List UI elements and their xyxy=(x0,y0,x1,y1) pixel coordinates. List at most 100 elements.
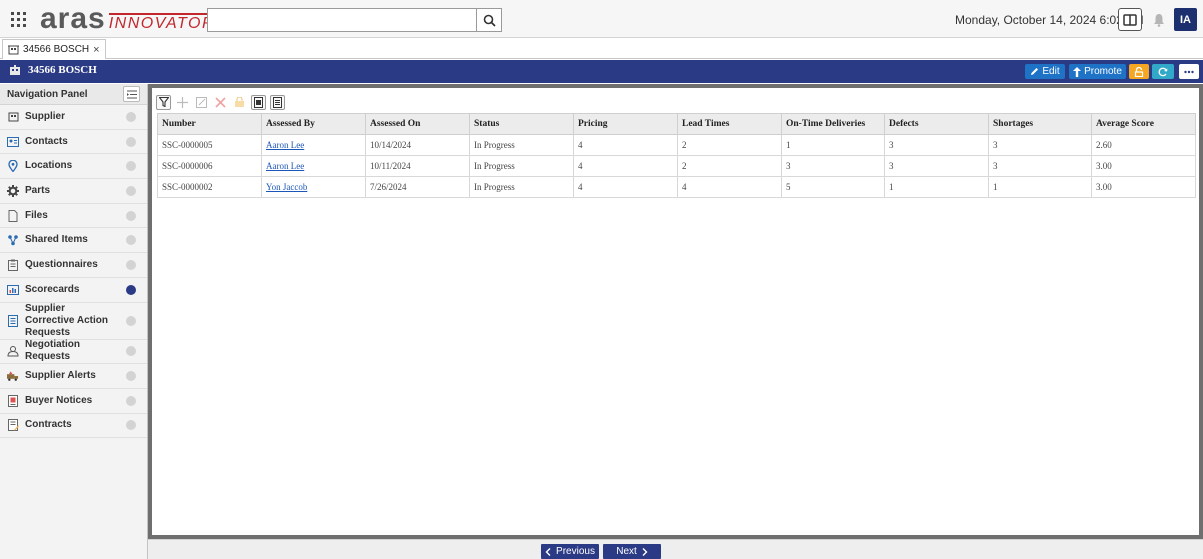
main-content: Number Assessed By Assessed On Status Pr… xyxy=(148,84,1203,539)
column-header-number[interactable]: Number xyxy=(157,113,262,135)
delete-x-icon xyxy=(215,96,226,108)
column-header-lead-times[interactable]: Lead Times xyxy=(677,113,782,135)
sidebar-item-parts[interactable]: Parts xyxy=(0,179,147,204)
column-header-status[interactable]: Status xyxy=(469,113,574,135)
sidebar-item-shared-items[interactable]: Shared Items xyxy=(0,228,147,254)
sidebar-item-label: Negotiation Requests xyxy=(25,339,80,363)
sidebar-item-supplier[interactable]: Supplier xyxy=(0,105,147,130)
sidebar-item-buyer-notices[interactable]: Buyer Notices xyxy=(0,389,147,414)
navigation-panel: Navigation Panel Supplier Contacts Locat… xyxy=(0,84,148,559)
notice-icon xyxy=(7,394,19,407)
cell-average-score[interactable]: 2.60 xyxy=(1091,134,1196,156)
sidebar-item-files[interactable]: Files xyxy=(0,204,147,229)
sidebar-item-negotiation-requests[interactable]: Negotiation Requests xyxy=(0,339,147,365)
cell-on-time-deliveries[interactable]: 3 xyxy=(781,155,885,177)
grid-toolbar xyxy=(156,93,285,111)
cell-pricing[interactable]: 4 xyxy=(573,155,678,177)
cell-number[interactable]: SSC-0000005 xyxy=(157,134,262,156)
file-icon xyxy=(7,209,19,222)
sidebar-item-questionnaires[interactable]: Questionnaires xyxy=(0,253,147,278)
cell-average-score[interactable]: 3.00 xyxy=(1091,176,1196,198)
cell-number[interactable]: SSC-0000006 xyxy=(157,155,262,177)
cell-average-score[interactable]: 3.00 xyxy=(1091,155,1196,177)
layout-toggle-button[interactable] xyxy=(1118,8,1142,31)
cell-pricing[interactable]: 4 xyxy=(573,176,678,198)
collapse-panel-button[interactable] xyxy=(123,86,140,102)
cell-lead-times[interactable]: 2 xyxy=(677,155,782,177)
cell-assessed-on[interactable]: 7/26/2024 xyxy=(365,176,470,198)
cell-assessed-by-link[interactable]: Aaron Lee xyxy=(261,134,366,156)
promote-button[interactable]: Promote xyxy=(1069,64,1126,79)
open-external-icon xyxy=(196,96,207,108)
cell-status[interactable]: In Progress xyxy=(469,134,574,156)
sidebar-item-supplier-corrective-action-requests[interactable]: Supplier Corrective Action Requests xyxy=(0,303,147,340)
sidebar-item-label: Files xyxy=(25,209,48,221)
pick-item-button[interactable] xyxy=(232,95,247,110)
filter-button[interactable] xyxy=(156,94,171,110)
document-tab-bar: 34566 BOSCH × xyxy=(0,38,1203,59)
chevron-left-icon xyxy=(545,547,551,556)
cell-status[interactable]: In Progress xyxy=(469,155,574,177)
export-button[interactable] xyxy=(251,94,266,110)
column-header-pricing[interactable]: Pricing xyxy=(573,113,678,135)
gear-icon xyxy=(7,184,19,197)
cell-on-time-deliveries[interactable]: 5 xyxy=(781,176,885,198)
tab-34566-bosch[interactable]: 34566 BOSCH × xyxy=(2,39,106,59)
column-header-assessed-by[interactable]: Assessed By xyxy=(261,113,366,135)
add-row-button[interactable] xyxy=(175,95,190,110)
status-dot xyxy=(126,395,136,406)
lock-button[interactable] xyxy=(1129,64,1149,79)
edit-button[interactable]: Edit xyxy=(1025,64,1065,79)
cell-lead-times[interactable]: 4 xyxy=(677,176,782,198)
sidebar-item-scorecards[interactable]: Scorecards xyxy=(0,278,147,303)
cell-defects[interactable]: 1 xyxy=(884,176,989,198)
cell-number[interactable]: SSC-0000002 xyxy=(157,176,262,198)
sidebar-item-label: Contacts xyxy=(25,135,68,147)
previous-button[interactable]: Previous xyxy=(541,544,599,559)
cell-on-time-deliveries[interactable]: 1 xyxy=(781,134,885,156)
search-button[interactable] xyxy=(477,8,502,32)
notifications-button[interactable] xyxy=(1151,11,1167,29)
cell-assessed-by-link[interactable]: Aaron Lee xyxy=(261,155,366,177)
sidebar-item-supplier-alerts[interactable]: Supplier Alerts xyxy=(0,364,147,389)
delete-row-button[interactable] xyxy=(213,95,228,110)
global-search-input[interactable] xyxy=(207,8,477,32)
item-title: 34566 BOSCH xyxy=(9,64,97,76)
tab-close-icon[interactable]: × xyxy=(93,44,99,56)
sidebar-item-contracts[interactable]: Contracts xyxy=(0,414,147,439)
open-item-button[interactable] xyxy=(194,95,209,110)
table-row[interactable]: SSC-0000006 Aaron Lee 10/11/2024 In Prog… xyxy=(157,155,1196,177)
cell-shortages[interactable]: 3 xyxy=(988,155,1092,177)
cell-assessed-on[interactable]: 10/14/2024 xyxy=(365,134,470,156)
refresh-button[interactable] xyxy=(1152,64,1174,79)
cell-pricing[interactable]: 4 xyxy=(573,134,678,156)
supplier-building-icon xyxy=(10,65,20,75)
status-dot xyxy=(126,315,136,326)
user-avatar[interactable]: IA xyxy=(1174,8,1197,31)
cell-status[interactable]: In Progress xyxy=(469,176,574,198)
aras-logo[interactable]: aras INNOVATOR xyxy=(40,4,215,34)
print-button[interactable] xyxy=(270,94,285,110)
cell-defects[interactable]: 3 xyxy=(884,134,989,156)
next-button[interactable]: Next xyxy=(603,544,661,559)
pick-icon xyxy=(235,96,244,107)
cell-lead-times[interactable]: 2 xyxy=(677,134,782,156)
cell-assessed-on[interactable]: 10/11/2024 xyxy=(365,155,470,177)
more-actions-button[interactable] xyxy=(1179,64,1199,79)
column-header-shortages[interactable]: Shortages xyxy=(988,113,1092,135)
column-header-on-time-deliveries[interactable]: On-Time Deliveries xyxy=(781,113,885,135)
column-header-assessed-on[interactable]: Assessed On xyxy=(365,113,470,135)
cell-shortages[interactable]: 1 xyxy=(988,176,1092,198)
cell-shortages[interactable]: 3 xyxy=(988,134,1092,156)
table-row[interactable]: SSC-0000005 Aaron Lee 10/14/2024 In Prog… xyxy=(157,134,1196,156)
cell-defects[interactable]: 3 xyxy=(884,155,989,177)
plus-icon xyxy=(177,96,188,108)
table-row[interactable]: SSC-0000002 Yon Jaccob 7/26/2024 In Prog… xyxy=(157,176,1196,198)
column-header-defects[interactable]: Defects xyxy=(884,113,989,135)
column-header-average-score[interactable]: Average Score xyxy=(1091,113,1196,135)
item-title-bar: 34566 BOSCH Edit Promote xyxy=(0,60,1203,83)
sidebar-item-locations[interactable]: Locations xyxy=(0,154,147,180)
app-grid-icon[interactable] xyxy=(11,12,26,27)
cell-assessed-by-link[interactable]: Yon Jaccob xyxy=(261,176,366,198)
sidebar-item-contacts[interactable]: Contacts xyxy=(0,130,147,155)
